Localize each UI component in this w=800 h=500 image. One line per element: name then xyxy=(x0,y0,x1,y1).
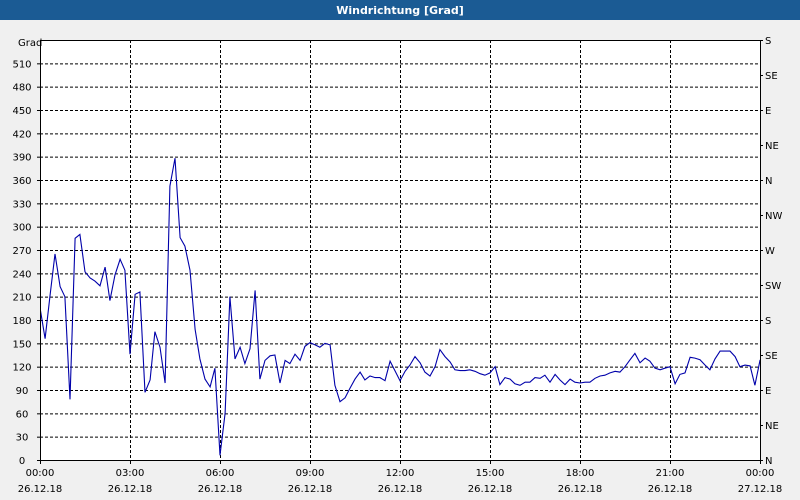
y2-tick-label: NE xyxy=(765,421,779,432)
y2-tick-label: N xyxy=(765,176,772,187)
x-axis-ticks: 00:00 26.12.18 03:00 26.12.18 06:00 26.12.18 0… xyxy=(18,460,783,495)
y-tick-label: 30 xyxy=(16,433,29,444)
y-tick-label: 450 xyxy=(12,106,31,117)
x-tick-date: 27.12.18 xyxy=(738,484,783,495)
y-tick-label: 150 xyxy=(12,339,31,350)
x-tick-time: 09:00 xyxy=(296,468,325,479)
y2-tick-label: S xyxy=(765,36,771,47)
x-tick-date: 26.12.18 xyxy=(198,484,243,495)
x-tick-date: 26.12.18 xyxy=(18,484,63,495)
x-tick-time: 00:00 xyxy=(26,468,55,479)
y-tick-label: 480 xyxy=(12,83,31,94)
y-tick-label: 240 xyxy=(12,269,31,280)
y2-tick-label: SE xyxy=(765,351,778,362)
wind-direction-chart: 0 30 60 90 120 150 180 210 240 270 300 330 360 390 420… xyxy=(12,36,783,495)
x-tick-time: 00:00 xyxy=(746,468,775,479)
y-axis-label: Grad xyxy=(18,38,42,49)
y2-tick-label: NW xyxy=(765,211,782,222)
y2-tick-label: S xyxy=(765,316,771,327)
y-tick-label: 0 xyxy=(19,456,25,467)
y-tick-label: 180 xyxy=(12,316,31,327)
x-tick-time: 03:00 xyxy=(116,468,145,479)
x-tick-time: 18:00 xyxy=(566,468,595,479)
chart-window: Windrichtung [Grad] 0 30 60 90 120 150 180 210 2… xyxy=(0,0,800,500)
x-tick-date: 26.12.18 xyxy=(558,484,603,495)
x-tick-date: 26.12.18 xyxy=(378,484,423,495)
x-tick-time: 06:00 xyxy=(206,468,235,479)
y-axis-ticks: 0 30 60 90 120 150 180 210 240 270 300 330 360 390 420… xyxy=(12,59,40,467)
y-tick-label: 300 xyxy=(12,223,31,234)
y2-axis-ticks: N NE E SE S SW W NW N NE E SE S xyxy=(760,36,782,467)
window-title: Windrichtung [Grad] xyxy=(0,0,800,20)
x-tick-date: 26.12.18 xyxy=(468,484,513,495)
y-tick-label: 390 xyxy=(12,153,31,164)
y-tick-label: 210 xyxy=(12,293,31,304)
y2-tick-label: E xyxy=(765,386,771,397)
y2-tick-label: NE xyxy=(765,141,779,152)
y2-tick-label: SE xyxy=(765,71,778,82)
y2-tick-label: N xyxy=(765,456,772,467)
y-tick-label: 420 xyxy=(12,129,31,140)
x-tick-time: 15:00 xyxy=(476,468,505,479)
y-tick-label: 330 xyxy=(12,199,31,210)
x-tick-date: 26.12.18 xyxy=(108,484,153,495)
y-tick-label: 360 xyxy=(12,176,31,187)
x-tick-time: 21:00 xyxy=(656,468,685,479)
y2-tick-label: SW xyxy=(765,281,781,292)
y2-tick-label: W xyxy=(765,246,775,257)
x-tick-date: 26.12.18 xyxy=(288,484,333,495)
y-tick-label: 270 xyxy=(12,246,31,257)
y2-tick-label: E xyxy=(765,106,771,117)
y-tick-label: 60 xyxy=(16,409,29,420)
y-tick-label: 90 xyxy=(16,386,29,397)
y-tick-label: 510 xyxy=(12,59,31,70)
x-tick-time: 12:00 xyxy=(386,468,415,479)
y-tick-label: 120 xyxy=(12,363,31,374)
x-tick-date: 26.12.18 xyxy=(648,484,693,495)
